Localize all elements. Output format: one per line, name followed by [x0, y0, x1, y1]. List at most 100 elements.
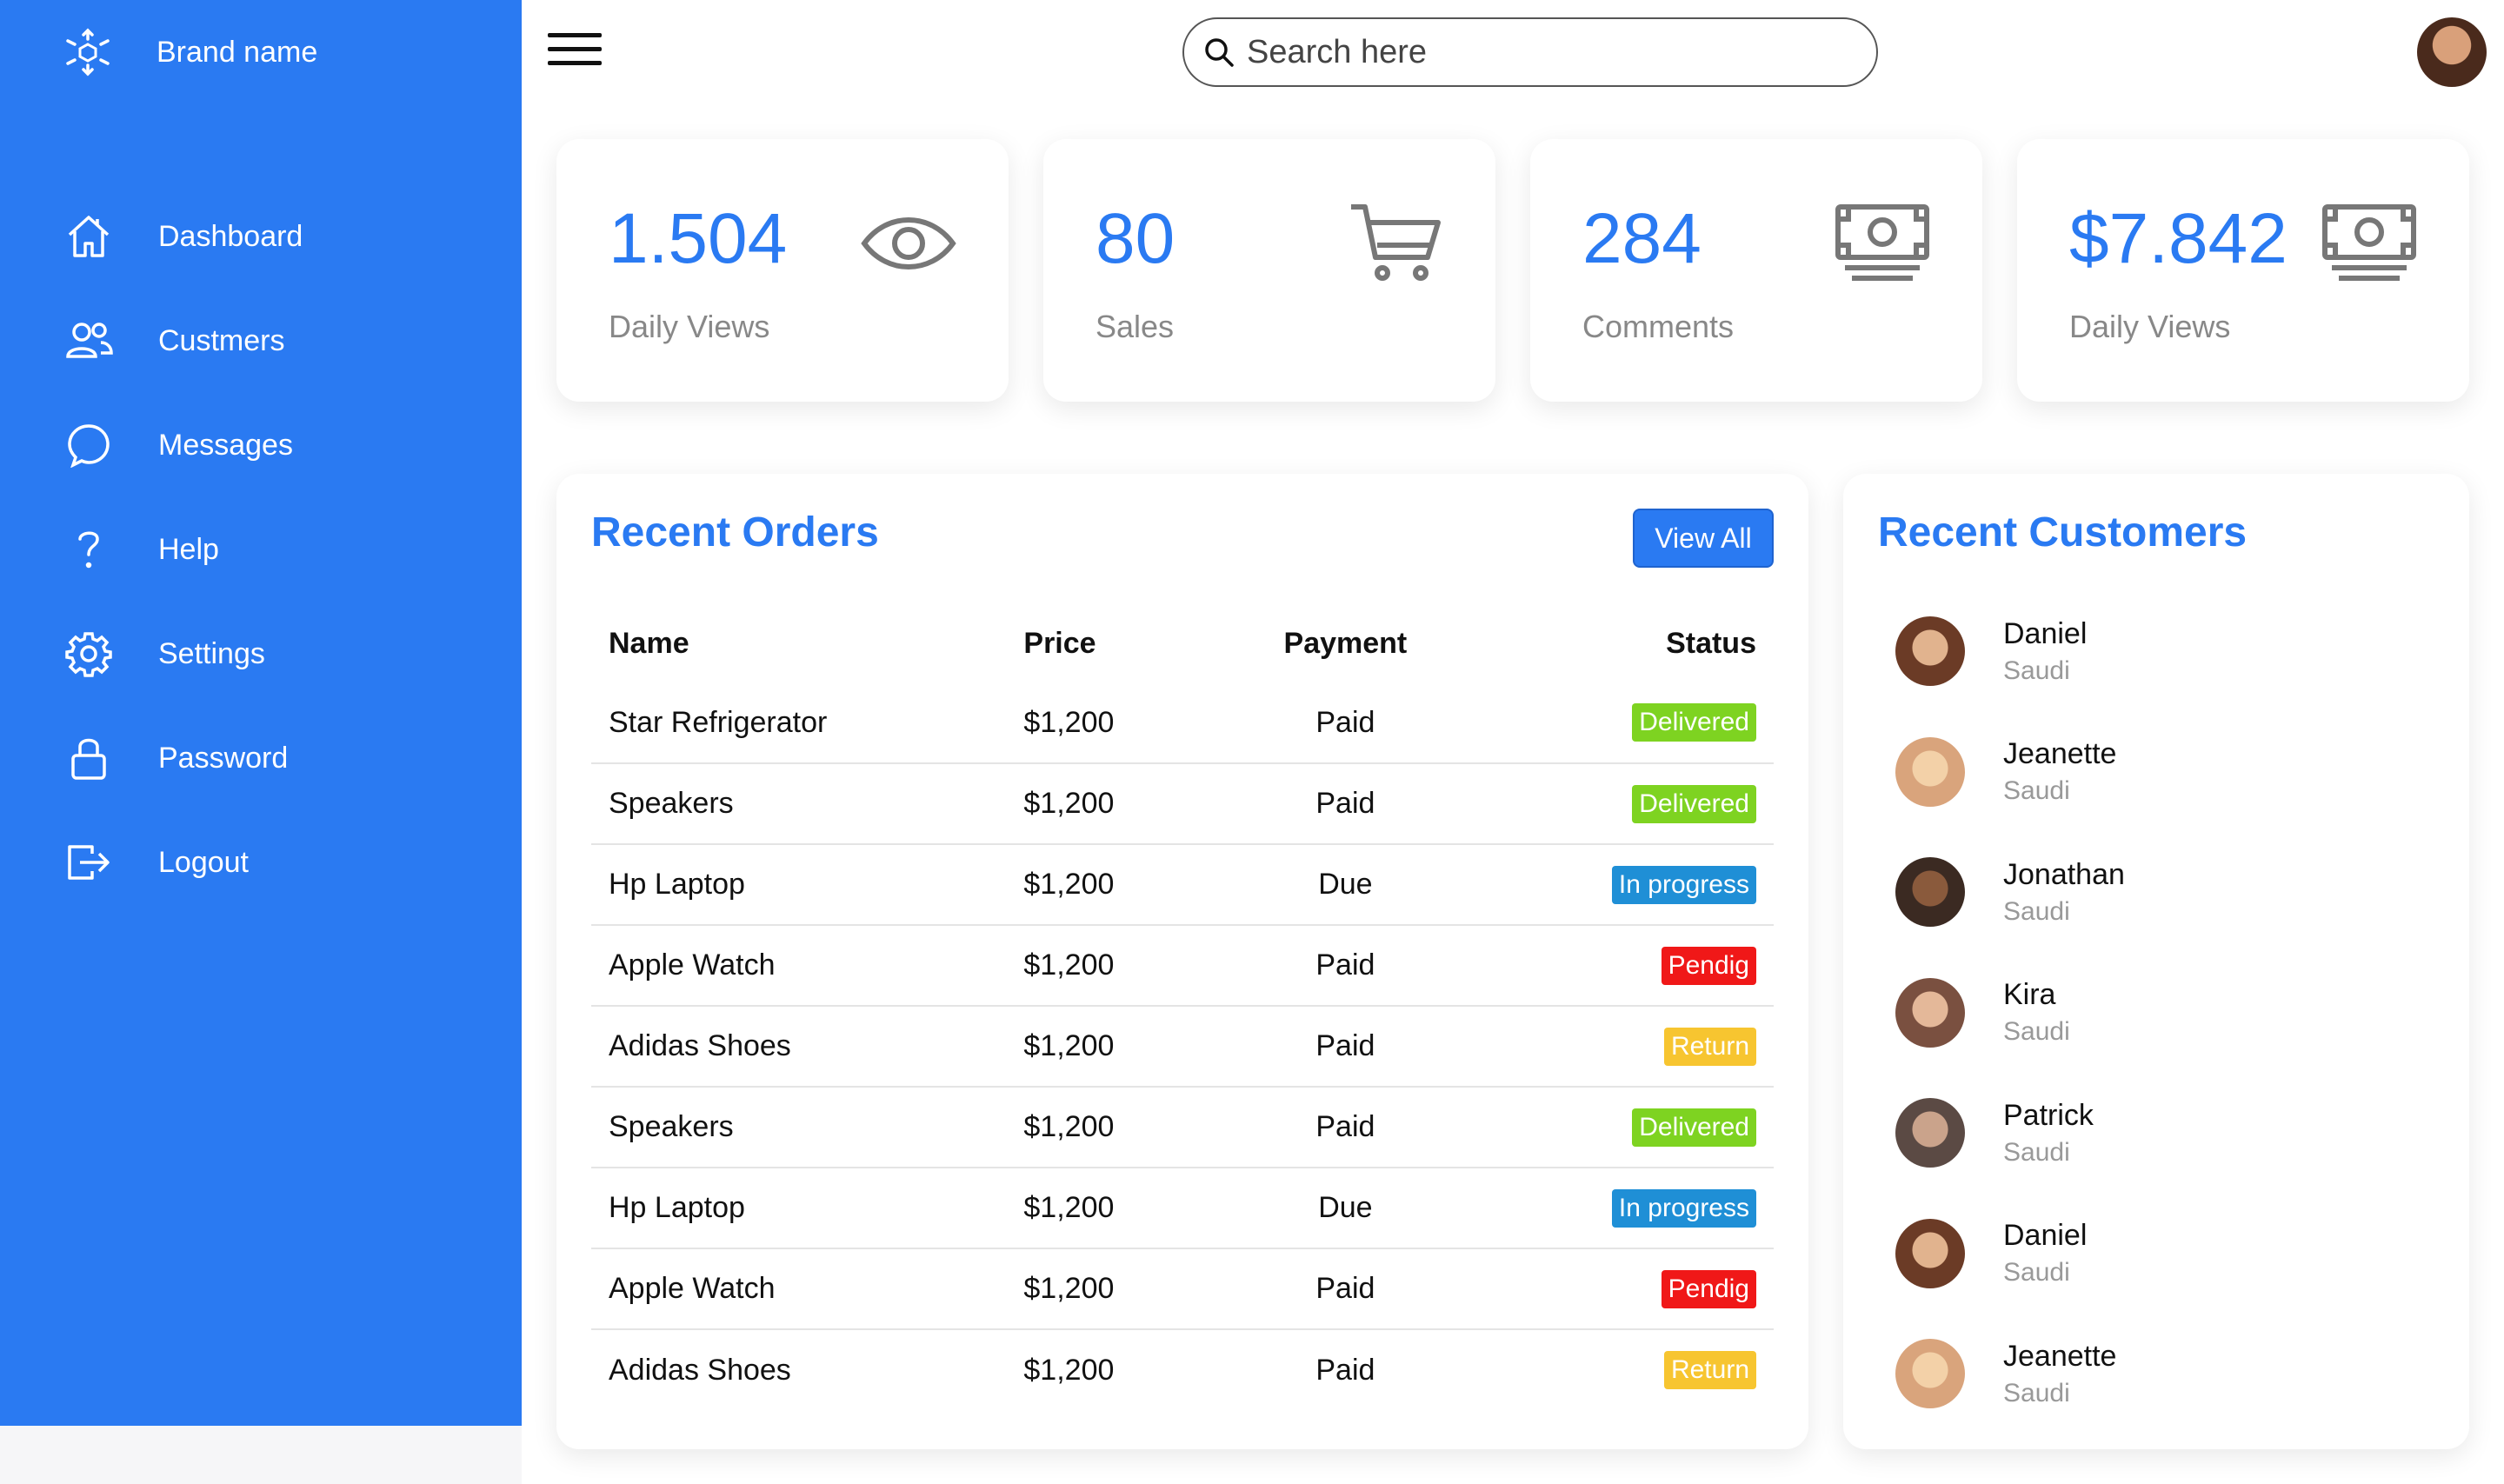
money-icon: [2322, 204, 2416, 281]
sidebar-item-messages[interactable]: Messages: [63, 393, 480, 497]
stat-label: Daily Views: [2069, 309, 2231, 344]
customer-name: Daniel: [2003, 616, 2088, 650]
table-row[interactable]: Apple Watch $1,200 Paid Pendig: [591, 924, 1774, 1006]
customer-name: Jonathan: [2003, 857, 2125, 891]
cell-payment: Paid: [1215, 1328, 1459, 1410]
sidebar-item-password[interactable]: Password: [63, 706, 480, 810]
stat-card: 284 Comments: [1530, 139, 1982, 402]
cell-payment: Paid: [1215, 1086, 1459, 1168]
table-row[interactable]: Star Refrigerator $1,200 Paid Delivered: [591, 682, 1774, 763]
cell-payment: Paid: [1215, 924, 1459, 1006]
customer-info: Daniel Saudi: [2003, 617, 2087, 686]
status-badge: Delivered: [1632, 703, 1756, 742]
customer-item[interactable]: Daniel Saudi: [1895, 591, 2417, 712]
status-badge: Return: [1663, 1351, 1756, 1389]
recent-customers-panel: Recent Customers Daniel Saudi Jeanette Saud…: [1843, 474, 2469, 1449]
user-avatar[interactable]: [2417, 17, 2487, 87]
recent-customers-title: Recent Customers: [1878, 509, 2248, 556]
status-badge: Pendig: [1661, 1269, 1756, 1308]
brand[interactable]: Brand name: [63, 17, 317, 87]
hamburger-line: [548, 47, 602, 51]
sidebar-item-customers[interactable]: Custmers: [63, 289, 480, 393]
cell-status: Pendig: [1458, 1248, 1774, 1329]
customer-item[interactable]: Jeanette Saudi: [1895, 712, 2417, 833]
table-header-row: Name Price Payment Status: [591, 604, 1774, 682]
table-row[interactable]: Speakers $1,200 Paid Delivered: [591, 1086, 1774, 1168]
sidebar-item-settings[interactable]: Settings: [63, 602, 480, 706]
sidebar-nav: Dashboard Custmers Messages Help Setting…: [63, 184, 480, 915]
cart-icon: [1351, 204, 1441, 281]
recent-orders-title: Recent Orders: [591, 509, 879, 556]
avatar: [1895, 616, 1965, 687]
menu-toggle-button[interactable]: [548, 33, 602, 68]
eye-icon: [861, 217, 956, 270]
stat-label: Comments: [1582, 309, 1735, 344]
users-icon: [63, 315, 115, 367]
sidebar-item-dashboard[interactable]: Dashboard: [63, 184, 480, 289]
status-badge: Delivered: [1632, 1108, 1756, 1147]
sidebar-item-logout[interactable]: Logout: [63, 810, 480, 915]
table-row[interactable]: Adidas Shoes $1,200 Paid Return: [591, 1005, 1774, 1087]
search-bar[interactable]: [1182, 17, 1878, 87]
cell-payment: Paid: [1215, 1005, 1459, 1087]
view-all-button[interactable]: View All: [1633, 509, 1774, 568]
customer-item[interactable]: Kira Saudi: [1895, 953, 2417, 1074]
cell-status: In progress: [1458, 843, 1774, 925]
cell-status: Pendig: [1458, 924, 1774, 1006]
cell-status: In progress: [1458, 1167, 1774, 1248]
customer-location: Saudi: [2003, 776, 2070, 806]
customer-item[interactable]: Patrick Saudi: [1895, 1073, 2417, 1194]
table-row[interactable]: Apple Watch $1,200 Paid Pendig: [591, 1248, 1774, 1329]
cell-name: Adidas Shoes: [591, 1328, 1007, 1410]
sidebar-item-label: Dashboard: [158, 219, 303, 253]
orders-table: Name Price Payment Status Star Refrigera…: [591, 604, 1774, 1410]
cell-price: $1,200: [1006, 1328, 1215, 1410]
hamburger-line: [548, 61, 602, 65]
status-badge: Return: [1663, 1027, 1756, 1066]
cell-payment: Due: [1215, 1167, 1459, 1248]
customer-item[interactable]: Daniel Saudi: [1895, 1194, 2417, 1314]
cell-name: Adidas Shoes: [591, 1005, 1007, 1087]
table-row[interactable]: Adidas Shoes $1,200 Paid Return: [591, 1328, 1774, 1410]
cell-name: Speakers: [591, 762, 1007, 844]
stat-label: Daily Views: [609, 309, 770, 344]
sidebar-item-help[interactable]: Help: [63, 497, 480, 602]
column-header-payment[interactable]: Payment: [1215, 604, 1458, 682]
customer-location: Saudi: [2003, 1258, 2070, 1288]
status-badge: Pendig: [1661, 946, 1756, 985]
cell-name: Hp Laptop: [591, 843, 1007, 925]
customer-item[interactable]: Jonathan Saudi: [1895, 832, 2417, 953]
customer-info: Jonathan Saudi: [2003, 858, 2125, 927]
customer-name: Patrick: [2003, 1098, 2094, 1132]
sidebar-item-label: Password: [158, 741, 289, 775]
help-icon: [63, 523, 115, 576]
avatar: [1895, 1218, 1965, 1288]
customers-list: Daniel Saudi Jeanette Saudi Jonathan Saudi Kir…: [1895, 591, 2417, 1434]
column-header-status[interactable]: Status: [1458, 604, 1774, 682]
customer-location: Saudi: [2003, 1378, 2070, 1407]
avatar: [1895, 857, 1965, 928]
table-row[interactable]: Speakers $1,200 Paid Delivered: [591, 762, 1774, 844]
customer-info: Patrick Saudi: [2003, 1099, 2094, 1168]
customer-item[interactable]: Jeanette Saudi: [1895, 1314, 2417, 1434]
avatar: [1895, 1098, 1965, 1168]
table-row[interactable]: Hp Laptop $1,200 Due In progress: [591, 843, 1774, 925]
customer-name: Daniel: [2003, 1219, 2088, 1253]
column-header-name[interactable]: Name: [591, 604, 1006, 682]
stat-value: 1.504: [609, 199, 788, 278]
search-icon: [1205, 38, 1234, 67]
cell-price: $1,200: [1006, 843, 1215, 925]
cell-price: $1,200: [1006, 924, 1215, 1006]
status-badge: In progress: [1611, 865, 1756, 904]
customer-info: Jeanette Saudi: [2003, 1340, 2116, 1408]
cell-status: Return: [1458, 1328, 1774, 1410]
column-header-price[interactable]: Price: [1006, 604, 1215, 682]
search-input[interactable]: [1247, 33, 1838, 71]
table-row[interactable]: Hp Laptop $1,200 Due In progress: [591, 1167, 1774, 1248]
lock-icon: [63, 732, 115, 784]
sidebar-item-label: Settings: [158, 636, 265, 670]
status-badge: Delivered: [1632, 784, 1756, 823]
sidebar-item-label: Custmers: [158, 323, 285, 357]
customer-location: Saudi: [2003, 896, 2070, 926]
recent-orders-panel: Recent Orders View All Name Price Paymen…: [556, 474, 1808, 1449]
